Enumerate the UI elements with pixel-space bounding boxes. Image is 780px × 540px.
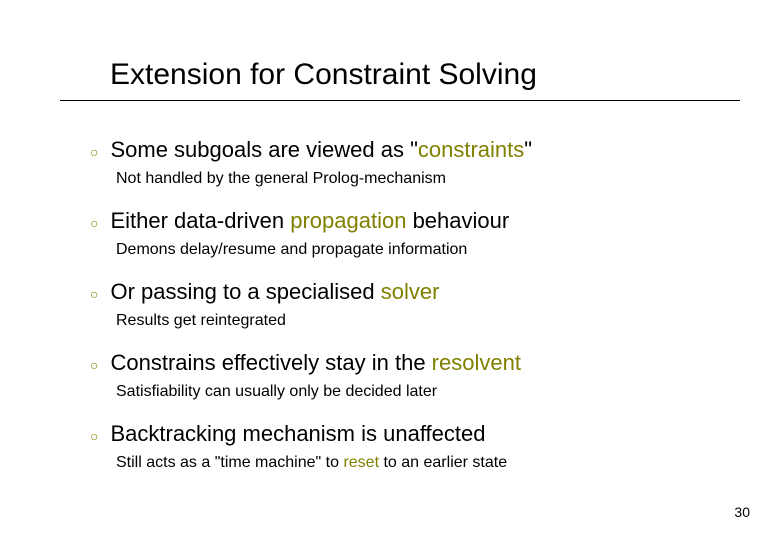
list-item: ○ Some subgoals are viewed as "constrain… — [90, 136, 710, 189]
main-line: ○ Or passing to a specialised solver — [90, 278, 710, 308]
text-post: behaviour — [406, 208, 509, 233]
main-text: Either data-driven propagation behaviour — [110, 207, 509, 235]
text-pre: Demons delay/resume and propagate inform… — [116, 241, 467, 258]
sub-text: Still acts as a "time machine" to reset … — [116, 453, 710, 473]
text-pre: Either data-driven — [110, 208, 290, 233]
text-pre: Still acts as a "time machine" to — [116, 454, 343, 471]
list-item: ○ Either data-driven propagation behavio… — [90, 207, 710, 260]
bullet-icon: ○ — [90, 138, 98, 166]
text-pre: Some subgoals are viewed as " — [110, 137, 417, 162]
main-text: Or passing to a specialised solver — [110, 278, 439, 306]
text-pre: Constrains effectively stay in the — [110, 350, 431, 375]
text-pre: Satisfiability can usually only be decid… — [116, 383, 437, 400]
main-line: ○ Either data-driven propagation behavio… — [90, 207, 710, 237]
text-highlight: solver — [381, 279, 440, 304]
list-item: ○ Constrains effectively stay in the res… — [90, 349, 710, 402]
slide-title: Extension for Constraint Solving — [110, 58, 537, 92]
slide: Extension for Constraint Solving ○ Some … — [0, 0, 780, 540]
text-pre: Or passing to a specialised — [110, 279, 380, 304]
text-pre: Backtracking mechanism is unaffected — [110, 421, 485, 446]
sub-text: Results get reintegrated — [116, 311, 710, 331]
main-line: ○ Constrains effectively stay in the res… — [90, 349, 710, 379]
bullet-icon: ○ — [90, 209, 98, 237]
bullet-icon: ○ — [90, 351, 98, 379]
list-item: ○ Backtracking mechanism is unaffected S… — [90, 420, 710, 473]
text-pre: Results get reintegrated — [116, 312, 286, 329]
main-text: Backtracking mechanism is unaffected — [110, 420, 485, 448]
text-highlight: propagation — [290, 208, 406, 233]
text-highlight: resolvent — [432, 350, 521, 375]
text-post: " — [524, 137, 532, 162]
sub-text: Satisfiability can usually only be decid… — [116, 382, 710, 402]
sub-text: Not handled by the general Prolog-mechan… — [116, 169, 710, 189]
main-line: ○ Some subgoals are viewed as "constrain… — [90, 136, 710, 166]
bullet-icon: ○ — [90, 280, 98, 308]
text-pre: Not handled by the general Prolog-mechan… — [116, 170, 446, 187]
main-text: Some subgoals are viewed as "constraints… — [110, 136, 532, 164]
sub-text: Demons delay/resume and propagate inform… — [116, 240, 710, 260]
text-highlight: reset — [343, 454, 379, 471]
list-item: ○ Or passing to a specialised solver Res… — [90, 278, 710, 331]
title-underline — [60, 100, 740, 101]
content-area: ○ Some subgoals are viewed as "constrain… — [90, 136, 710, 491]
main-text: Constrains effectively stay in the resol… — [110, 349, 520, 377]
main-line: ○ Backtracking mechanism is unaffected — [90, 420, 710, 450]
text-post: to an earlier state — [379, 454, 507, 471]
bullet-icon: ○ — [90, 422, 98, 450]
page-number: 30 — [734, 504, 750, 520]
text-highlight: constraints — [418, 137, 524, 162]
